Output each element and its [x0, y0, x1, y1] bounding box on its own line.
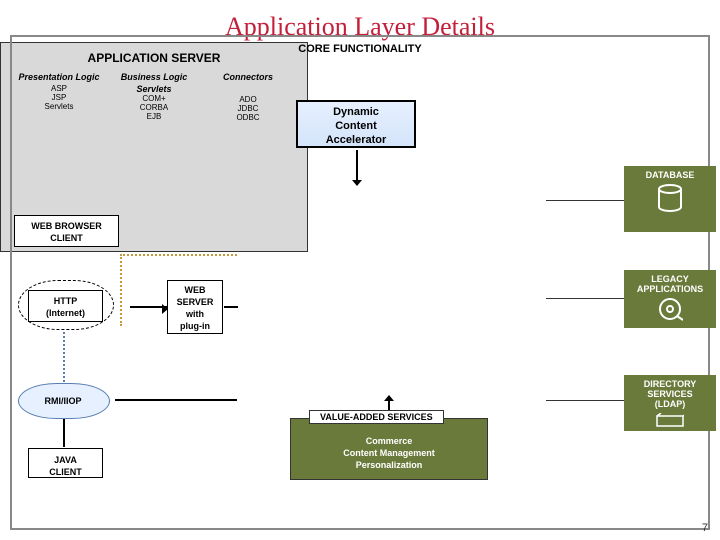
col-item: COM+: [110, 94, 198, 103]
java-line2: CLIENT: [29, 466, 102, 478]
col-item: EJB: [110, 112, 198, 121]
web-server-plugin-box: WEB SERVER with plug-in: [167, 280, 223, 334]
database-box: DATABASE: [624, 166, 716, 232]
websrv-line3: with: [168, 308, 222, 320]
connector-line: [115, 399, 237, 401]
webclient-line1: WEB BROWSER: [15, 220, 118, 232]
websrv-line2: SERVER: [168, 296, 222, 308]
connector-line: [63, 419, 65, 447]
dir-line2: SERVICES: [626, 389, 714, 399]
connector-line: [546, 200, 624, 201]
dir-line3: (LDAP): [626, 399, 714, 409]
webclient-line2: CLIENT: [15, 232, 118, 244]
http-line1: HTTP: [29, 295, 102, 307]
page-number: 7: [702, 522, 708, 534]
connector-line: [63, 332, 65, 382]
col-header: Business Logic: [110, 72, 198, 82]
dir-line1: DIRECTORY: [626, 379, 714, 389]
vas-item: Commerce: [291, 435, 487, 447]
database-icon: [657, 184, 683, 214]
col-item: Servlets: [15, 102, 103, 111]
card-file-icon: [656, 413, 684, 427]
col-item: ADO: [204, 95, 292, 104]
col-item: JSP: [15, 93, 103, 102]
col-item: CORBA: [110, 103, 198, 112]
core-col-connectors: Connectors ADO JDBC ODBC: [204, 72, 292, 122]
legacy-applications-box: LEGACY APPLICATIONS: [624, 270, 716, 328]
http-internet-box: HTTP (Internet): [28, 290, 103, 322]
directory-services-box: DIRECTORY SERVICES (LDAP): [624, 375, 716, 431]
java-line1: JAVA: [29, 454, 102, 466]
websrv-line1: WEB: [168, 284, 222, 296]
connector-line: [224, 306, 238, 308]
col-item: ODBC: [204, 113, 292, 122]
legacy-label: LEGACY APPLICATIONS: [626, 274, 714, 294]
rmi-iiop-label: RMI/IIOP: [29, 390, 97, 414]
web-browser-client-box: WEB BROWSER CLIENT: [14, 215, 119, 247]
tape-reel-icon: [657, 298, 683, 322]
websrv-line4: plug-in: [168, 320, 222, 332]
col-item: ASP: [15, 84, 103, 93]
connector-line: [546, 298, 624, 299]
vas-item: Personalization: [291, 459, 487, 471]
vas-title: VALUE-ADDED SERVICES: [309, 410, 444, 424]
col-item: JDBC: [204, 104, 292, 113]
col-header: Connectors: [204, 72, 292, 82]
value-added-services-box: VALUE-ADDED SERVICES Commerce Content Ma…: [290, 418, 488, 480]
database-label: DATABASE: [626, 170, 714, 180]
col-sub: Servlets: [110, 84, 198, 94]
java-client-box: JAVA CLIENT: [28, 448, 103, 478]
col-header: Presentation Logic: [15, 72, 103, 82]
vas-item: Content Management: [291, 447, 487, 459]
core-col-presentation: Presentation Logic ASP JSP Servlets: [15, 72, 103, 111]
connector-line: [120, 254, 122, 326]
core-functionality-title: CORE FUNCTIONALITY: [12, 37, 708, 55]
http-line2: (Internet): [29, 307, 102, 319]
arrow-http-to-webserver: [130, 306, 167, 308]
connector-line: [120, 254, 237, 256]
connector-line: [546, 400, 624, 401]
core-col-business: Business Logic Servlets COM+ CORBA EJB: [110, 72, 198, 121]
